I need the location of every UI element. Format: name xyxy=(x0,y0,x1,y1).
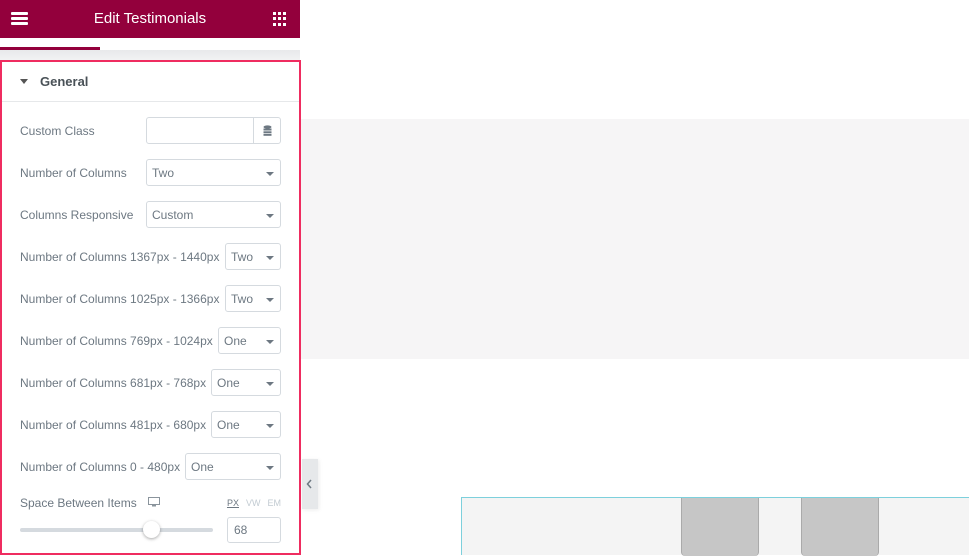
chevron-left-icon xyxy=(306,479,312,489)
cols-0-480-control: Number of Columns 0 - 480px One xyxy=(20,453,281,481)
monitor-icon[interactable] xyxy=(148,497,160,507)
unit-switcher: PX VW EM xyxy=(220,498,281,508)
unit-px[interactable]: PX xyxy=(227,498,239,508)
num-columns-label: Number of Columns xyxy=(20,166,127,180)
cols-769-1024-select[interactable]: One xyxy=(218,327,281,354)
select-value: One xyxy=(217,418,240,432)
tab-strip-divider xyxy=(0,50,300,60)
cols-0-480-label: Number of Columns 0 - 480px xyxy=(20,460,181,474)
cols-681-768-select[interactable]: One xyxy=(211,369,281,396)
cols-1367-1440-select[interactable]: Two xyxy=(225,243,281,270)
custom-class-label: Custom Class xyxy=(20,124,95,138)
columns-responsive-select[interactable]: Custom xyxy=(146,201,281,228)
section-title: General xyxy=(40,74,89,89)
space-between-input[interactable] xyxy=(228,518,280,542)
chevron-down-icon xyxy=(266,424,274,428)
chevron-down-icon xyxy=(266,214,274,218)
cols-1367-1440-label: Number of Columns 1367px - 1440px xyxy=(20,250,220,264)
unit-vw[interactable]: VW xyxy=(246,498,261,508)
select-value: Two xyxy=(152,166,175,180)
space-between-slider[interactable] xyxy=(20,521,213,538)
cols-1025-1366-label: Number of Columns 1025px - 1366px xyxy=(20,292,220,306)
chevron-down-icon xyxy=(266,256,274,260)
quote-icon-left xyxy=(681,498,759,556)
space-between-number-field xyxy=(227,517,281,543)
grid-icon[interactable] xyxy=(273,12,287,26)
cols-769-1024-control: Number of Columns 769px - 1024px One xyxy=(20,327,281,355)
chevron-down-icon xyxy=(266,172,274,176)
cols-681-768-label: Number of Columns 681px - 768px xyxy=(20,376,207,390)
cols-481-680-select[interactable]: One xyxy=(211,411,281,438)
general-section: General Custom Class Number of Columns T… xyxy=(0,60,301,555)
panel-header: Edit Testimonials xyxy=(0,0,300,38)
cols-1025-1366-select[interactable]: Two xyxy=(225,285,281,312)
database-icon xyxy=(263,125,272,136)
cols-1025-1366-control: Number of Columns 1025px - 1366px Two xyxy=(20,285,281,313)
panel-collapse-toggle[interactable] xyxy=(302,459,318,509)
chevron-down-icon xyxy=(266,382,274,386)
slider-handle[interactable] xyxy=(143,521,161,538)
chevron-down-icon xyxy=(266,466,274,470)
cols-1367-1440-control: Number of Columns 1367px - 1440px Two xyxy=(20,243,281,271)
quote-icon-right xyxy=(801,498,879,556)
section-header-general[interactable]: General xyxy=(2,62,299,102)
columns-responsive-label: Columns Responsive xyxy=(20,208,134,222)
select-value: One xyxy=(224,334,247,348)
custom-class-input[interactable] xyxy=(147,118,254,143)
select-value: Custom xyxy=(152,208,194,222)
chevron-down-icon xyxy=(266,298,274,302)
custom-class-control: Custom Class xyxy=(20,117,281,145)
caret-down-icon xyxy=(20,79,28,84)
select-value: Two xyxy=(231,250,254,264)
cols-481-680-label: Number of Columns 481px - 680px xyxy=(20,418,207,432)
cols-769-1024-label: Number of Columns 769px - 1024px xyxy=(20,334,213,348)
num-columns-select[interactable]: Two xyxy=(146,159,281,186)
custom-class-field xyxy=(146,117,281,144)
select-value: One xyxy=(191,460,214,474)
space-between-label: Space Between Items xyxy=(20,496,137,510)
num-columns-control: Number of Columns Two xyxy=(20,159,281,187)
cols-681-768-control: Number of Columns 681px - 768px One xyxy=(20,369,281,397)
testimonials-widget-preview[interactable] xyxy=(461,497,969,556)
preview-section-background xyxy=(301,119,969,359)
cols-0-480-select[interactable]: One xyxy=(185,453,281,480)
panel-title: Edit Testimonials xyxy=(93,10,207,27)
columns-responsive-control: Columns Responsive Custom xyxy=(20,201,281,229)
space-between-control: Space Between Items PX VW EM xyxy=(20,494,281,554)
cols-481-680-control: Number of Columns 481px - 680px One xyxy=(20,411,281,439)
dynamic-tags-button[interactable] xyxy=(253,118,280,143)
editor-panel: Edit Testimonials General Custom Class N… xyxy=(0,0,301,555)
chevron-down-icon xyxy=(266,340,274,344)
select-value: Two xyxy=(231,292,254,306)
unit-em[interactable]: EM xyxy=(268,498,282,508)
select-value: One xyxy=(217,376,240,390)
